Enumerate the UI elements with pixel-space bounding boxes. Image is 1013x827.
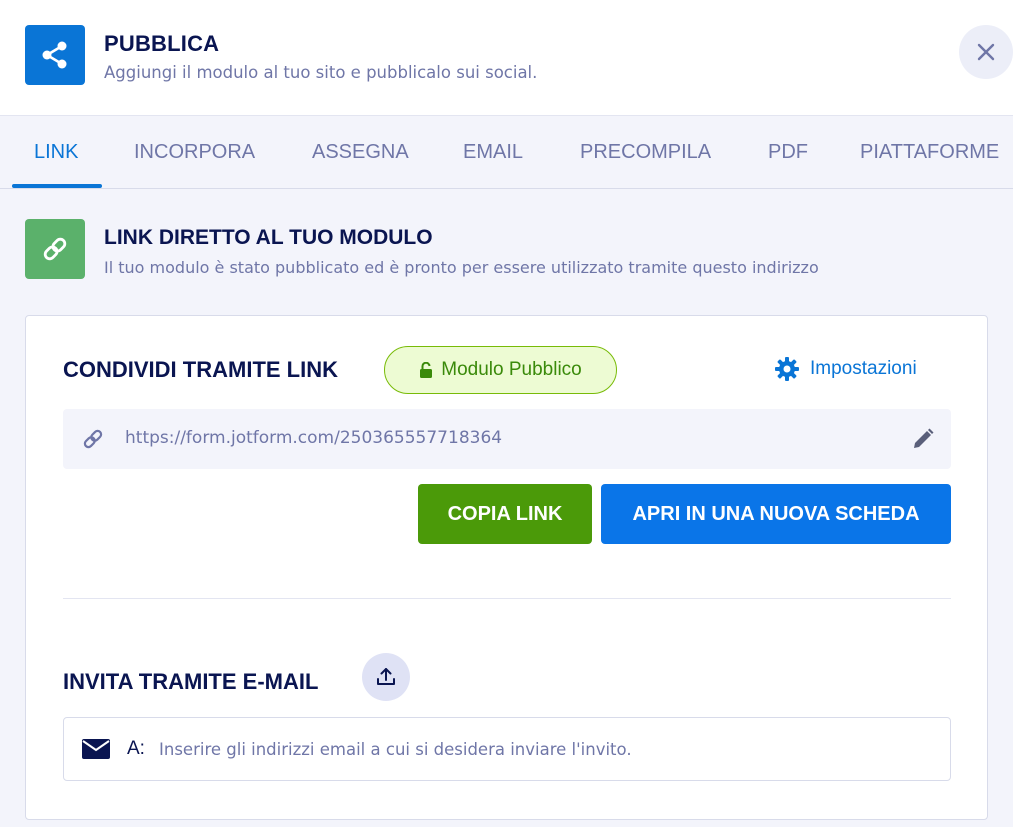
modal-title: PUBBLICA xyxy=(104,31,220,56)
open-in-new-tab-button[interactable]: APRI IN UNA NUOVA SCHEDA xyxy=(601,484,951,544)
upload-icon xyxy=(377,668,395,685)
settings-button[interactable]: Impostazioni xyxy=(774,356,917,382)
divider xyxy=(63,598,951,599)
modal-subtitle: Aggiungi il modulo al tuo sito e pubblic… xyxy=(104,63,538,82)
link-icon xyxy=(81,427,105,456)
tab-link[interactable]: LINK xyxy=(34,116,78,188)
tab-assegna[interactable]: ASSEGNA xyxy=(312,116,409,188)
tab-piattaforme[interactable]: PIATTAFORME xyxy=(860,116,999,188)
pencil-icon[interactable] xyxy=(911,427,935,456)
settings-label: Impostazioni xyxy=(810,358,917,379)
modal-header: PUBBLICA Aggiungi il modulo al tuo sito … xyxy=(0,0,1013,116)
email-to-label: A: xyxy=(127,738,145,759)
main-content: LINK DIRETTO AL TUO MODULO Il tuo modulo… xyxy=(0,189,1013,827)
invite-by-email-title: INVITA TRAMITE E-MAIL xyxy=(63,669,319,694)
email-input[interactable] xyxy=(159,734,929,764)
tab-precompila[interactable]: PRECOMPILA xyxy=(580,116,711,188)
link-icon xyxy=(25,219,85,279)
direct-link-title: LINK DIRETTO AL TUO MODULO xyxy=(104,226,433,249)
tab-pdf[interactable]: PDF xyxy=(768,116,808,188)
gear-icon xyxy=(775,357,799,381)
share-icon xyxy=(25,25,85,85)
close-icon xyxy=(977,43,995,61)
form-url-text: https://form.jotform.com/250365557718364 xyxy=(125,428,503,448)
unlock-icon xyxy=(420,361,433,378)
form-url-field[interactable]: https://form.jotform.com/250365557718364 xyxy=(63,409,951,469)
envelope-icon xyxy=(82,738,110,765)
tab-email[interactable]: EMAIL xyxy=(463,116,523,188)
copy-link-button[interactable]: COPIA LINK xyxy=(418,484,592,544)
direct-link-subtitle: Il tuo modulo è stato pubblicato ed è pr… xyxy=(104,258,819,277)
share-by-link-title: CONDIVIDI TRAMITE LINK xyxy=(63,357,338,382)
email-recipients-field[interactable]: A: xyxy=(63,717,951,781)
upload-button[interactable] xyxy=(362,653,410,701)
tab-incorpora[interactable]: INCORPORA xyxy=(134,116,255,188)
share-card: CONDIVIDI TRAMITE LINK Modulo Pubblico I… xyxy=(25,315,988,820)
badge-label: Modulo Pubblico xyxy=(441,359,582,380)
close-button[interactable] xyxy=(959,25,1013,79)
tab-bar: LINK INCORPORA ASSEGNA EMAIL PRECOMPILA … xyxy=(0,116,1013,189)
public-form-badge: Modulo Pubblico xyxy=(384,346,617,394)
active-tab-indicator xyxy=(12,184,102,188)
